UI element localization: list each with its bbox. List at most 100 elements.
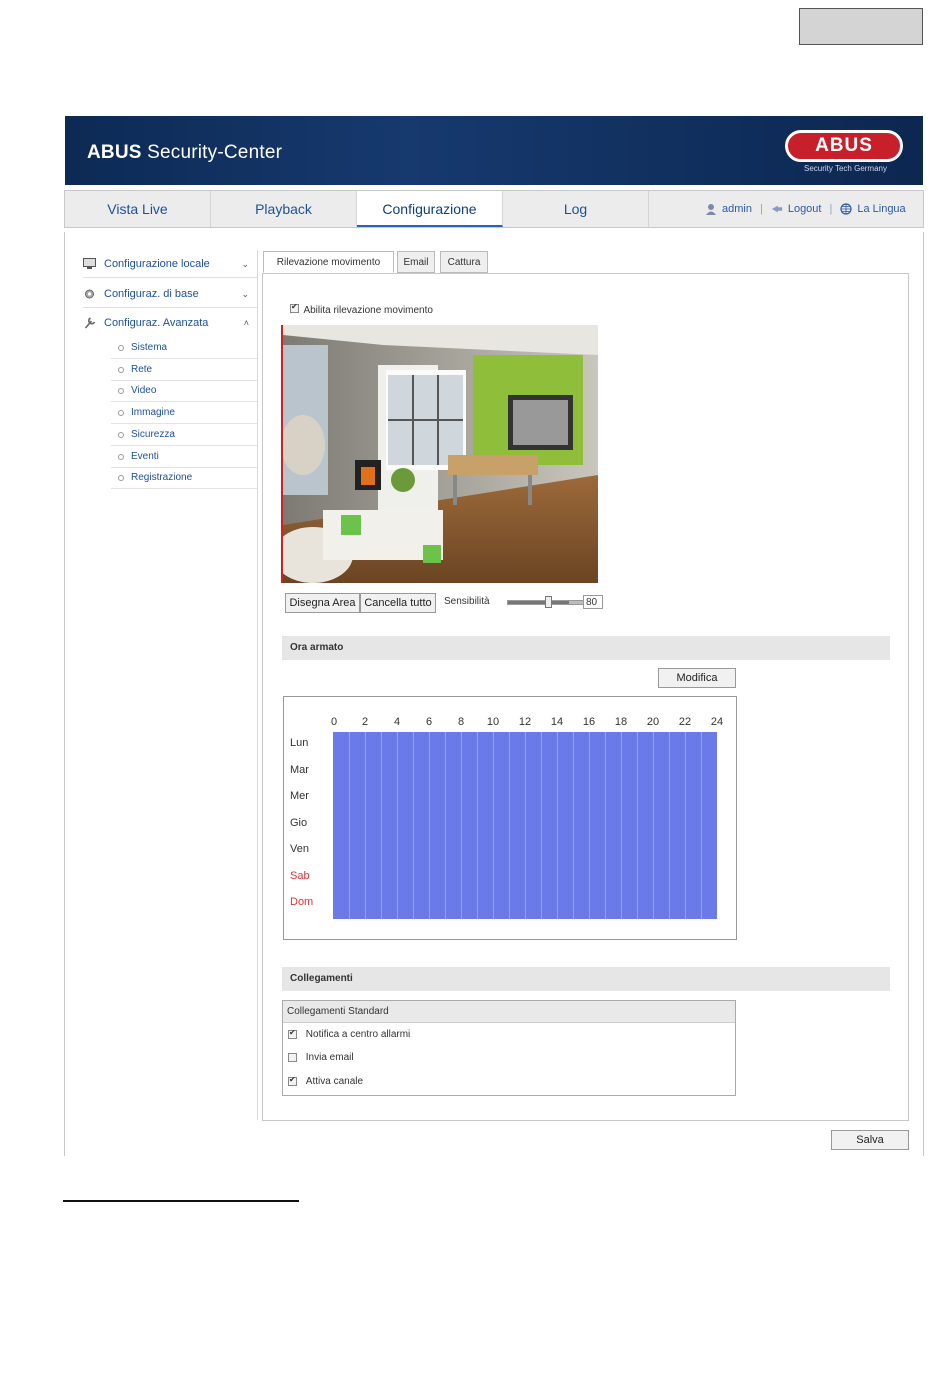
sidebar-configuraz-di-base[interactable]: Configuraz. di base ⌄ [83, 280, 257, 308]
sensitivity-value[interactable]: 80 [583, 595, 603, 609]
sidebar-item-registrazione[interactable]: Registrazione [111, 467, 257, 489]
grid-hour-line [685, 732, 686, 919]
day-label-mer: Mer [290, 790, 309, 802]
sidebar-item-sicurezza[interactable]: Sicurezza [111, 424, 257, 446]
grid-hour-line [637, 732, 638, 919]
activate-channel-label: Attiva canale [305, 1076, 364, 1087]
grid-hour-line [397, 732, 398, 919]
grid-hour-line [365, 732, 366, 919]
wrench-icon [84, 317, 96, 329]
grid-hour-line [701, 732, 702, 919]
grid-hour-line [525, 732, 526, 919]
sidebar-configuraz-avanzata[interactable]: Configuraz. Avanzata ˄ [83, 309, 257, 337]
bullet-icon [118, 367, 124, 373]
tab-email[interactable]: Email [397, 251, 435, 273]
hour-label: 14 [550, 716, 564, 728]
sidebar-configurazione-locale[interactable]: Configurazione locale ⌄ [83, 250, 257, 278]
grid-hour-line [653, 732, 654, 919]
sidebar-item-rete[interactable]: Rete [111, 359, 257, 381]
notify-center-label: Notifica a centro allarmi [305, 1029, 411, 1040]
tab-log[interactable]: Log [503, 191, 649, 227]
logout-link[interactable]: Logout [788, 203, 822, 215]
grid-hour-line [349, 732, 350, 919]
hour-label: 20 [646, 716, 660, 728]
send-email-checkbox[interactable] [288, 1052, 297, 1062]
activate-channel-checkbox[interactable] [288, 1075, 297, 1086]
hour-label: 8 [457, 716, 465, 728]
sensitivity-handle[interactable] [544, 596, 552, 608]
grid-hour-line [445, 732, 446, 919]
chevron-down-icon: ⌄ [241, 289, 249, 299]
standard-links-box: Collegamenti Standard Notifica a centro … [282, 1000, 736, 1096]
grid-hour-line [621, 732, 622, 919]
footnote-separator [63, 1200, 299, 1202]
day-label-sab: Sab [290, 869, 310, 882]
sidebar-divider [257, 250, 258, 1120]
tab-rilevazione-movimento[interactable]: Rilevazione movimento [263, 251, 394, 273]
tab-playback[interactable]: Playback [211, 191, 357, 227]
hour-label: 4 [393, 716, 401, 728]
camera-preview[interactable] [281, 325, 598, 583]
tab-vista-live[interactable]: Vista Live [65, 191, 211, 227]
logout-icon [771, 205, 782, 213]
enable-motion-checkbox[interactable] [290, 302, 299, 314]
tab-cattura[interactable]: Cattura [440, 251, 488, 273]
room-image [283, 325, 598, 583]
hour-label: 2 [361, 716, 369, 728]
grid-hour-line [413, 732, 414, 919]
hour-label: 18 [614, 716, 628, 728]
link-row: Attiva canale [288, 1075, 364, 1087]
chevron-down-icon: ⌄ [241, 259, 249, 269]
bullet-icon [118, 475, 124, 481]
chevron-up-icon: ˄ [243, 318, 249, 328]
grid-hour-line [605, 732, 606, 919]
day-label-ven: Ven [290, 843, 309, 855]
enable-motion-row: Abilita rilevazione movimento [290, 300, 433, 318]
sidebar-item-sistema[interactable]: Sistema [111, 337, 257, 359]
grid-hour-line [429, 732, 430, 919]
schedule-section-title: Ora armato [282, 636, 890, 660]
sidebar-item-immagine[interactable]: Immagine [111, 402, 257, 424]
notify-center-checkbox[interactable] [288, 1028, 297, 1039]
app-banner: ABUS Security-Center ABUS Security Tech … [65, 116, 923, 185]
sensitivity-fill [508, 601, 569, 604]
day-label-lun: Lun [290, 737, 309, 749]
hour-label: 12 [518, 716, 532, 728]
schedule-grid[interactable] [333, 732, 717, 919]
hour-label: 10 [486, 716, 500, 728]
grid-hour-line [589, 732, 590, 919]
monitor-icon [83, 258, 96, 269]
grid-hour-line [557, 732, 558, 919]
links-section-title: Collegamenti [282, 967, 890, 991]
bullet-icon [118, 388, 124, 394]
hour-label: 6 [425, 716, 433, 728]
sidebar-item-video[interactable]: Video [111, 380, 257, 402]
save-button[interactable]: Salva [831, 1130, 909, 1150]
day-label-gio: Gio [290, 816, 308, 829]
send-email-label: Invia email [305, 1052, 354, 1063]
grid-hour-line [477, 732, 478, 919]
edit-schedule-button[interactable]: Modifica [658, 668, 736, 688]
draw-area-button[interactable]: Disegna Area [285, 593, 360, 613]
logo-subtitle: Security Tech Germany [804, 164, 887, 173]
link-row: Invia email [288, 1052, 354, 1063]
grid-hour-line [461, 732, 462, 919]
standard-links-title: Collegamenti Standard [283, 1001, 735, 1023]
corner-box [799, 8, 923, 45]
app-title: ABUS Security-Center [87, 142, 283, 163]
sensitivity-slider[interactable] [507, 596, 585, 608]
main-navbar: Vista Live Playback Configurazione Log a… [64, 190, 924, 228]
sidebar-item-eventi[interactable]: Eventi [111, 446, 257, 468]
grid-hour-line [493, 732, 494, 919]
grid-hour-line [669, 732, 670, 919]
grid-hour-line [573, 732, 574, 919]
link-row: Notifica a centro allarmi [288, 1028, 411, 1040]
tab-configurazione[interactable]: Configurazione [357, 191, 503, 227]
username[interactable]: admin [722, 203, 752, 215]
sensitivity-label: Sensibilità [444, 596, 490, 607]
enable-motion-label: Abilita rilevazione movimento [303, 305, 433, 316]
language-link[interactable]: La Lingua [857, 203, 905, 215]
user-icon [706, 204, 716, 216]
day-label-mar: Mar [290, 763, 309, 776]
clear-all-button[interactable]: Cancella tutto [360, 593, 436, 613]
